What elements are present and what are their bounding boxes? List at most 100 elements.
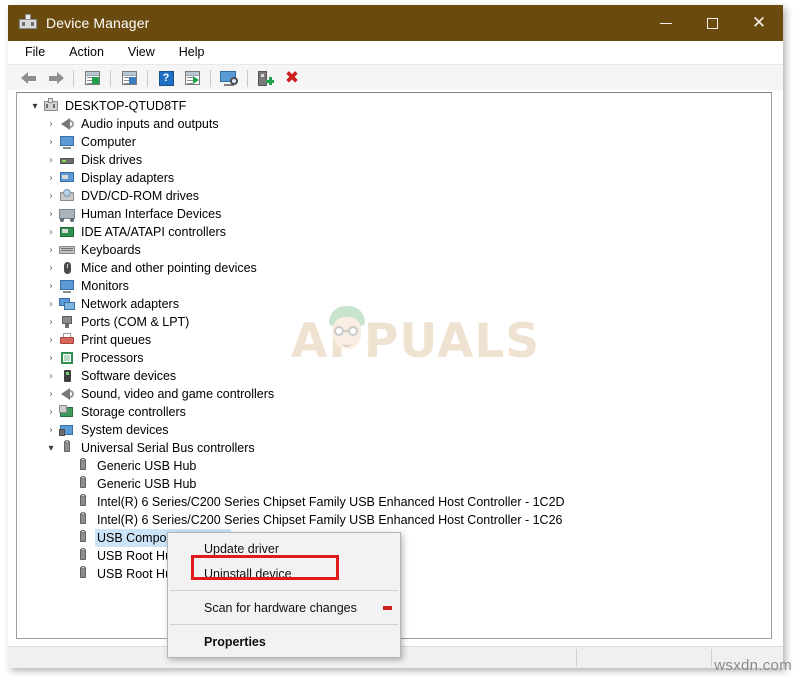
maximize-button[interactable] bbox=[689, 5, 735, 41]
chevron-right-icon[interactable]: › bbox=[43, 422, 59, 438]
display-adapter-icon bbox=[59, 170, 75, 186]
device-manager-screenshot: Device Manager ✕ File Action View Help bbox=[0, 0, 800, 677]
toolbar-separator bbox=[73, 70, 74, 87]
tree-item-label: Mice and other pointing devices bbox=[81, 260, 257, 276]
tree-item-intel-ehci-1c26[interactable]: Intel(R) 6 Series/C200 Series Chipset Fa… bbox=[17, 511, 771, 529]
tree-item-ports[interactable]: › Ports (COM & LPT) bbox=[17, 313, 771, 331]
tree-item-usb-controllers[interactable]: ▾ Universal Serial Bus controllers bbox=[17, 439, 771, 457]
tree-item-keyboards[interactable]: › Keyboards bbox=[17, 241, 771, 259]
tree-item-intel-ehci-1c2d[interactable]: Intel(R) 6 Series/C200 Series Chipset Fa… bbox=[17, 493, 771, 511]
tree-item-processors[interactable]: › Processors bbox=[17, 349, 771, 367]
chevron-right-icon[interactable]: › bbox=[43, 224, 59, 240]
update-driver-button[interactable] bbox=[179, 66, 205, 90]
tree-item-display-adapters[interactable]: › Display adapters bbox=[17, 169, 771, 187]
usb-icon bbox=[75, 476, 91, 492]
properties-window-icon bbox=[122, 71, 137, 85]
tree-item-storage-controllers[interactable]: › Storage controllers bbox=[17, 403, 771, 421]
back-arrow-icon bbox=[21, 72, 38, 85]
chevron-right-icon[interactable]: › bbox=[43, 170, 59, 186]
chevron-down-icon[interactable]: ▾ bbox=[43, 440, 59, 456]
tree-item-generic-usb-hub-2[interactable]: Generic USB Hub bbox=[17, 475, 771, 493]
chevron-right-icon[interactable]: › bbox=[43, 152, 59, 168]
tree-item-software-devices[interactable]: › Software devices bbox=[17, 367, 771, 385]
chevron-right-icon[interactable]: › bbox=[43, 188, 59, 204]
tree-item-network-adapters[interactable]: › Network adapters bbox=[17, 295, 771, 313]
show-hide-console-tree-button[interactable] bbox=[79, 66, 105, 90]
close-button[interactable]: ✕ bbox=[735, 5, 783, 41]
tree-item-label: Sound, video and game controllers bbox=[81, 386, 274, 402]
chevron-right-icon[interactable]: › bbox=[43, 242, 59, 258]
usb-icon bbox=[75, 512, 91, 528]
mouse-icon bbox=[59, 260, 75, 276]
usb-icon bbox=[59, 440, 75, 456]
toolbar-separator bbox=[247, 70, 248, 87]
toolbar-separator bbox=[147, 70, 148, 87]
back-button[interactable] bbox=[16, 66, 42, 90]
chevron-right-icon[interactable]: › bbox=[43, 350, 59, 366]
ctx-scan-hardware-changes[interactable]: Scan for hardware changes bbox=[168, 595, 400, 620]
chevron-right-icon[interactable]: › bbox=[43, 368, 59, 384]
tree-item-monitors[interactable]: › Monitors bbox=[17, 277, 771, 295]
monitor-icon bbox=[59, 134, 75, 150]
tree-item-ide-controllers[interactable]: › IDE ATA/ATAPI controllers bbox=[17, 223, 771, 241]
context-menu: Update driver Uninstall device Scan for … bbox=[167, 532, 401, 658]
chevron-right-icon[interactable]: › bbox=[43, 386, 59, 402]
speaker-icon bbox=[59, 116, 75, 132]
tree-item-label: Intel(R) 6 Series/C200 Series Chipset Fa… bbox=[97, 494, 565, 510]
disk-drive-icon bbox=[59, 152, 75, 168]
ide-controller-icon bbox=[59, 224, 75, 240]
chevron-right-icon[interactable]: › bbox=[43, 206, 59, 222]
menu-action[interactable]: Action bbox=[64, 43, 115, 62]
processor-icon bbox=[59, 350, 75, 366]
uninstall-device-button[interactable]: ✖ bbox=[279, 66, 305, 90]
tree-item-system-devices[interactable]: › System devices bbox=[17, 421, 771, 439]
tree-item-dvd-drives[interactable]: › DVD/CD-ROM drives bbox=[17, 187, 771, 205]
properties-button[interactable] bbox=[116, 66, 142, 90]
tree-item-disk-drives[interactable]: › Disk drives bbox=[17, 151, 771, 169]
titlebar: Device Manager ✕ bbox=[8, 5, 783, 41]
tree-item-mice[interactable]: › Mice and other pointing devices bbox=[17, 259, 771, 277]
device-manager-icon bbox=[19, 14, 37, 32]
tree-item-print-queues[interactable]: › Print queues bbox=[17, 331, 771, 349]
tree-item-label: Audio inputs and outputs bbox=[81, 116, 219, 132]
menu-file[interactable]: File bbox=[20, 43, 56, 62]
usb-icon bbox=[75, 530, 91, 546]
forward-arrow-icon bbox=[47, 72, 64, 85]
chevron-right-icon[interactable]: › bbox=[43, 116, 59, 132]
tree-item-human-interface-devices[interactable]: › Human Interface Devices bbox=[17, 205, 771, 223]
context-menu-separator bbox=[170, 624, 398, 625]
speaker-icon bbox=[59, 386, 75, 402]
menu-view[interactable]: View bbox=[123, 43, 166, 62]
system-device-icon bbox=[59, 422, 75, 438]
software-device-icon bbox=[59, 368, 75, 384]
menu-help[interactable]: Help bbox=[174, 43, 216, 62]
window-title: Device Manager bbox=[46, 15, 149, 31]
chevron-right-icon[interactable]: › bbox=[43, 314, 59, 330]
ctx-uninstall-device[interactable]: Uninstall device bbox=[168, 561, 400, 586]
toolbar: ? ✖ bbox=[8, 65, 783, 92]
chevron-right-icon[interactable]: › bbox=[43, 260, 59, 276]
tree-root-node[interactable]: ▾ DESKTOP-QTUD8TF bbox=[17, 97, 771, 115]
window-controls: ✕ bbox=[643, 5, 783, 41]
tree-item-sound-video-game[interactable]: › Sound, video and game controllers bbox=[17, 385, 771, 403]
forward-button[interactable] bbox=[42, 66, 68, 90]
help-button[interactable]: ? bbox=[153, 66, 179, 90]
chevron-right-icon[interactable]: › bbox=[43, 134, 59, 150]
scan-hardware-changes-button[interactable] bbox=[216, 66, 242, 90]
tree-item-audio[interactable]: › Audio inputs and outputs bbox=[17, 115, 771, 133]
chevron-right-icon[interactable]: › bbox=[43, 278, 59, 294]
tree-item-generic-usb-hub-1[interactable]: Generic USB Hub bbox=[17, 457, 771, 475]
chevron-right-icon[interactable]: › bbox=[43, 296, 59, 312]
add-legacy-hardware-button[interactable] bbox=[253, 66, 279, 90]
chevron-right-icon[interactable]: › bbox=[43, 332, 59, 348]
ctx-update-driver[interactable]: Update driver bbox=[168, 536, 400, 561]
update-driver-icon bbox=[185, 71, 200, 85]
red-x-icon: ✖ bbox=[285, 70, 299, 87]
tree-item-computer[interactable]: › Computer bbox=[17, 133, 771, 151]
minimize-button[interactable] bbox=[643, 5, 689, 41]
chevron-down-icon[interactable]: ▾ bbox=[27, 98, 43, 114]
tree-item-label: Computer bbox=[81, 134, 136, 150]
chevron-right-icon[interactable]: › bbox=[43, 404, 59, 420]
ctx-properties[interactable]: Properties bbox=[168, 629, 400, 654]
tree-item-label: Software devices bbox=[81, 368, 176, 384]
